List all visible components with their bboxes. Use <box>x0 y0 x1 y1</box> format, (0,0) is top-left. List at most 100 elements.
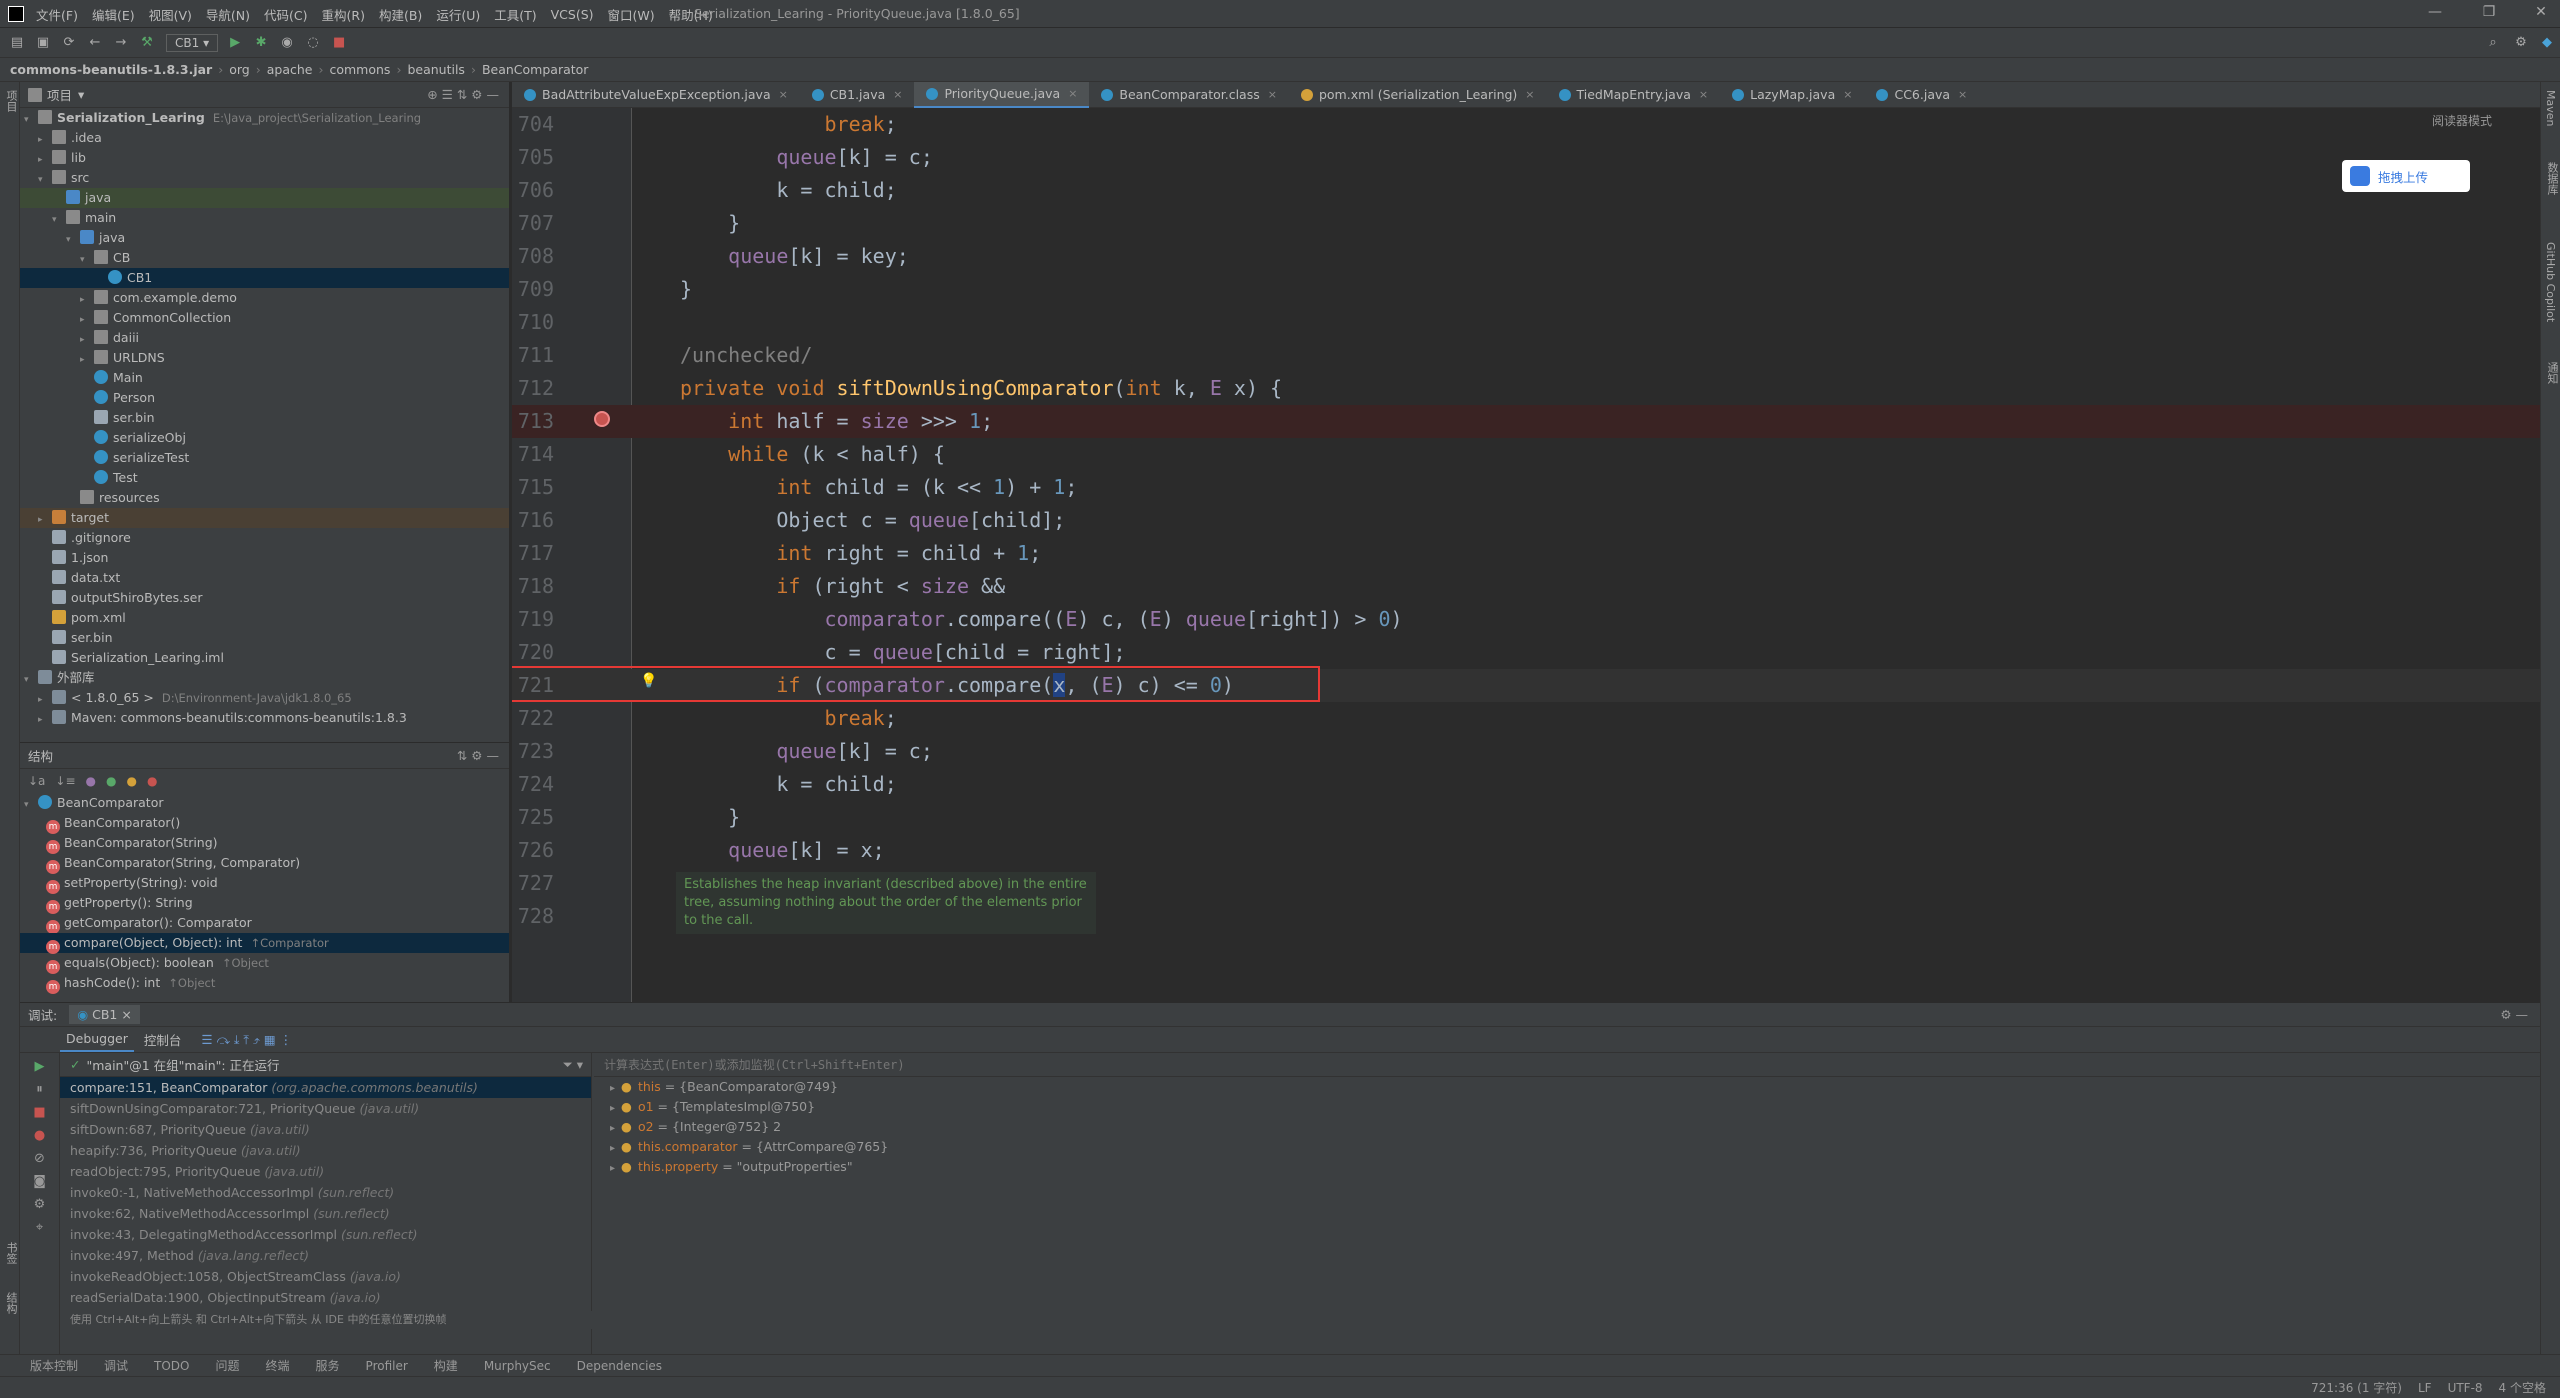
tree-arrow-icon[interactable]: ▸ <box>80 330 94 350</box>
build-icon[interactable]: ⚒ <box>138 34 156 52</box>
tree-item[interactable]: ▸ CommonCollection <box>20 308 509 328</box>
jdk-item[interactable]: ▸ < 1.8.0_65 > D:\Environment-Java\jdk1.8.… <box>20 688 509 708</box>
settings-icon[interactable]: ⚙ <box>2512 34 2530 52</box>
pause-icon[interactable]: ⏸ <box>20 1082 59 1097</box>
tab-console[interactable]: 控制台 <box>134 1026 192 1053</box>
tree-item[interactable]: Serialization_Learing.iml <box>20 648 509 668</box>
code-line[interactable]: 723 queue[k] = c; <box>512 735 2540 768</box>
back-icon[interactable]: ← <box>86 34 104 52</box>
tree-item[interactable]: ▸ target <box>20 508 509 528</box>
sync-icon[interactable]: ⟳ <box>60 34 78 52</box>
tree-arrow-icon[interactable]: ▸ <box>38 130 52 150</box>
tree-item[interactable]: serializeObj <box>20 428 509 448</box>
breadcrumb-item[interactable]: commons-beanutils-1.8.3.jar <box>10 62 212 77</box>
coverage-icon[interactable]: ◉ <box>278 34 296 52</box>
external-libraries[interactable]: ▾ 外部库 <box>20 668 509 688</box>
file-encoding[interactable]: UTF-8 <box>2448 1381 2483 1395</box>
nonpublic-icon[interactable]: ● <box>147 774 157 788</box>
stack-frame[interactable]: invoke0:-1, NativeMethodAccessorImpl (su… <box>60 1182 591 1203</box>
filter-frames-icon[interactable]: ⏷ ▾ <box>563 1057 583 1073</box>
view-breakpoints-icon[interactable]: ● <box>20 1128 59 1143</box>
profile-icon[interactable]: ◌ <box>304 34 322 52</box>
close-button[interactable]: ✕ <box>2526 4 2556 20</box>
tree-arrow-icon[interactable]: ▸ <box>80 310 94 330</box>
menu-item[interactable]: 窗口(W) <box>608 5 655 24</box>
menu-item[interactable]: 运行(U) <box>436 5 480 24</box>
tab-debugger[interactable]: Debugger <box>60 1027 134 1052</box>
code-line[interactable]: 713 int half = size >>> 1; <box>512 405 2540 438</box>
sort-visibility-icon[interactable]: ↓≡ <box>55 774 75 788</box>
editor-tab[interactable]: BeanComparator.class × <box>1089 82 1289 108</box>
structure-item[interactable]: m hashCode(): int ↑Object <box>20 973 509 994</box>
tree-item[interactable]: ▾ CB <box>20 248 509 268</box>
structure-options-icon[interactable]: ⇅ ⚙ — <box>457 748 499 763</box>
variable-row[interactable]: ▸ ● this = {BeanComparator@749} <box>594 1077 2540 1097</box>
code-line[interactable]: 719 comparator.compare((E) c, (E) queue[… <box>512 603 2540 636</box>
breadcrumb-item[interactable]: apache <box>267 62 313 77</box>
expand-icon[interactable]: ▸ <box>610 1103 615 1114</box>
database-strip-label[interactable]: 数据库 <box>2544 162 2560 195</box>
tool-window-button[interactable]: TODO <box>154 1359 189 1373</box>
code-line[interactable]: 711/unchecked/ <box>512 339 2540 372</box>
tree-item[interactable]: Person <box>20 388 509 408</box>
code-line[interactable]: 726 queue[k] = x; <box>512 834 2540 867</box>
tree-item[interactable]: outputShiroBytes.ser <box>20 588 509 608</box>
menu-item[interactable]: VCS(S) <box>551 7 594 22</box>
code-line[interactable]: 706 k = child; <box>512 174 2540 207</box>
thread-selector[interactable]: ✓ "main"@1 在组"main": 正在运行 ⏷ ▾ <box>60 1053 591 1077</box>
tool-window-button[interactable]: MurphySec <box>484 1359 551 1373</box>
code-line[interactable]: 716 Object c = queue[child]; <box>512 504 2540 537</box>
breadcrumb-item[interactable]: commons <box>329 62 390 77</box>
close-tab-icon[interactable]: × <box>893 82 902 108</box>
camera-icon[interactable]: ◙ <box>20 1174 59 1189</box>
menu-item[interactable]: 重构(R) <box>322 5 365 24</box>
code-line[interactable]: 704 break; <box>512 108 2540 141</box>
stack-frame[interactable]: siftDown:687, PriorityQueue (java.util) <box>60 1119 591 1140</box>
tree-arrow-icon[interactable]: ▾ <box>52 210 66 230</box>
editor-tab[interactable]: pom.xml (Serialization_Learing) × <box>1289 82 1547 108</box>
tree-item[interactable]: ▸ lib <box>20 148 509 168</box>
variable-row[interactable]: ▸ ● this.property = "outputProperties" <box>594 1157 2540 1177</box>
tree-item[interactable]: Test <box>20 468 509 488</box>
code-line[interactable]: 715 int child = (k << 1) + 1; <box>512 471 2540 504</box>
tree-arrow-icon[interactable]: ▾ <box>66 230 80 250</box>
close-tab-icon[interactable]: × <box>1068 81 1077 107</box>
tree-item[interactable]: pom.xml <box>20 608 509 628</box>
editor-tab[interactable]: CB1.java × <box>800 82 915 108</box>
tool-window-button[interactable]: 服务 <box>316 1357 340 1374</box>
stack-frame[interactable]: invoke:43, DelegatingMethodAccessorImpl … <box>60 1224 591 1245</box>
tree-item[interactable]: ▾ java <box>20 228 509 248</box>
stop-icon[interactable]: ■ <box>330 34 348 52</box>
notifications-strip-label[interactable]: 通知 <box>2544 362 2560 384</box>
maximize-button[interactable]: ❐ <box>2474 4 2504 20</box>
debug-session-tab[interactable]: ◉ CB1 × <box>69 1005 140 1024</box>
line-separator[interactable]: LF <box>2418 1381 2432 1395</box>
tree-arrow-icon[interactable]: ▸ <box>38 150 52 170</box>
code-line[interactable]: 724 k = child; <box>512 768 2540 801</box>
save-icon[interactable]: ▣ <box>34 34 52 52</box>
maven-lib-item[interactable]: ▸ Maven: commons-beanutils:commons-beanut… <box>20 708 509 728</box>
stack-frame[interactable]: invokeReadObject:1058, ObjectStreamClass… <box>60 1266 591 1287</box>
tree-arrow-icon[interactable]: ▸ <box>80 290 94 310</box>
variable-row[interactable]: ▸ ● this.comparator = {AttrCompare@765} <box>594 1137 2540 1157</box>
inherited-icon[interactable]: ● <box>106 774 116 788</box>
code-line[interactable]: 712 private void siftDownUsingComparator(… <box>512 372 2540 405</box>
code-line[interactable]: 708 queue[k] = key; <box>512 240 2540 273</box>
tree-item[interactable]: Main <box>20 368 509 388</box>
variable-row[interactable]: ▸ ● o2 = {Integer@752} 2 <box>594 1117 2540 1137</box>
tree-item[interactable]: ser.bin <box>20 628 509 648</box>
tree-arrow-icon[interactable]: ▾ <box>38 170 52 190</box>
menu-item[interactable]: 文件(F) <box>36 5 78 24</box>
editor-tab[interactable]: BadAttributeValueExpException.java × <box>512 82 800 108</box>
project-strip-label[interactable]: 项目 <box>3 90 19 112</box>
menu-item[interactable]: 编辑(E) <box>92 5 135 24</box>
tree-arrow-icon[interactable]: ▸ <box>80 350 94 370</box>
stack-frame[interactable]: heapify:736, PriorityQueue (java.util) <box>60 1140 591 1161</box>
close-tab-icon[interactable]: × <box>1699 82 1708 108</box>
resume-icon[interactable]: ▶ <box>20 1059 59 1074</box>
tree-item[interactable]: ▾ src <box>20 168 509 188</box>
tool-window-button[interactable]: Dependencies <box>577 1359 662 1373</box>
sort-icon[interactable]: ↓a <box>28 774 45 788</box>
stack-frame[interactable]: siftDownUsingComparator:721, PriorityQue… <box>60 1098 591 1119</box>
close-tab-icon[interactable]: × <box>779 82 788 108</box>
